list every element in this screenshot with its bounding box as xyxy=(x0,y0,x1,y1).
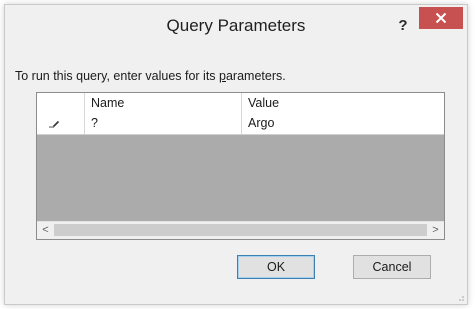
row-header-cell[interactable] xyxy=(37,113,85,134)
resize-grip-icon[interactable] xyxy=(455,292,465,302)
row-header-column-header[interactable] xyxy=(37,93,85,113)
instructions-text: To run this query, enter values for its … xyxy=(15,69,286,83)
grid-header-row: Name Value xyxy=(37,93,444,114)
name-column-header[interactable]: Name xyxy=(85,93,242,113)
query-parameters-dialog: Query Parameters ? To run this query, en… xyxy=(4,4,468,305)
scroll-left-button[interactable]: < xyxy=(37,222,54,239)
table-row[interactable]: ? Argo xyxy=(37,113,444,135)
scrollbar-thumb[interactable] xyxy=(54,224,427,236)
edit-pencil-icon xyxy=(49,120,60,128)
cancel-button[interactable]: Cancel xyxy=(353,255,431,279)
parameters-grid[interactable]: Name Value ? Argo < > xyxy=(36,92,445,240)
parameter-name-cell[interactable]: ? xyxy=(85,113,242,134)
help-button[interactable]: ? xyxy=(393,15,413,37)
instructions-accelerator: p xyxy=(219,69,226,83)
ok-button[interactable]: OK xyxy=(237,255,315,279)
title-bar[interactable]: Query Parameters ? xyxy=(5,5,467,49)
parameter-value-cell[interactable]: Argo xyxy=(242,113,444,134)
close-button[interactable] xyxy=(419,7,463,29)
instructions-prefix: To run this query, enter values for its xyxy=(15,69,220,83)
scroll-right-button[interactable]: > xyxy=(427,222,444,239)
close-icon xyxy=(435,12,447,24)
value-column-header[interactable]: Value xyxy=(242,93,444,113)
instructions-suffix: arameters. xyxy=(225,69,286,83)
horizontal-scrollbar[interactable]: < > xyxy=(37,221,444,239)
